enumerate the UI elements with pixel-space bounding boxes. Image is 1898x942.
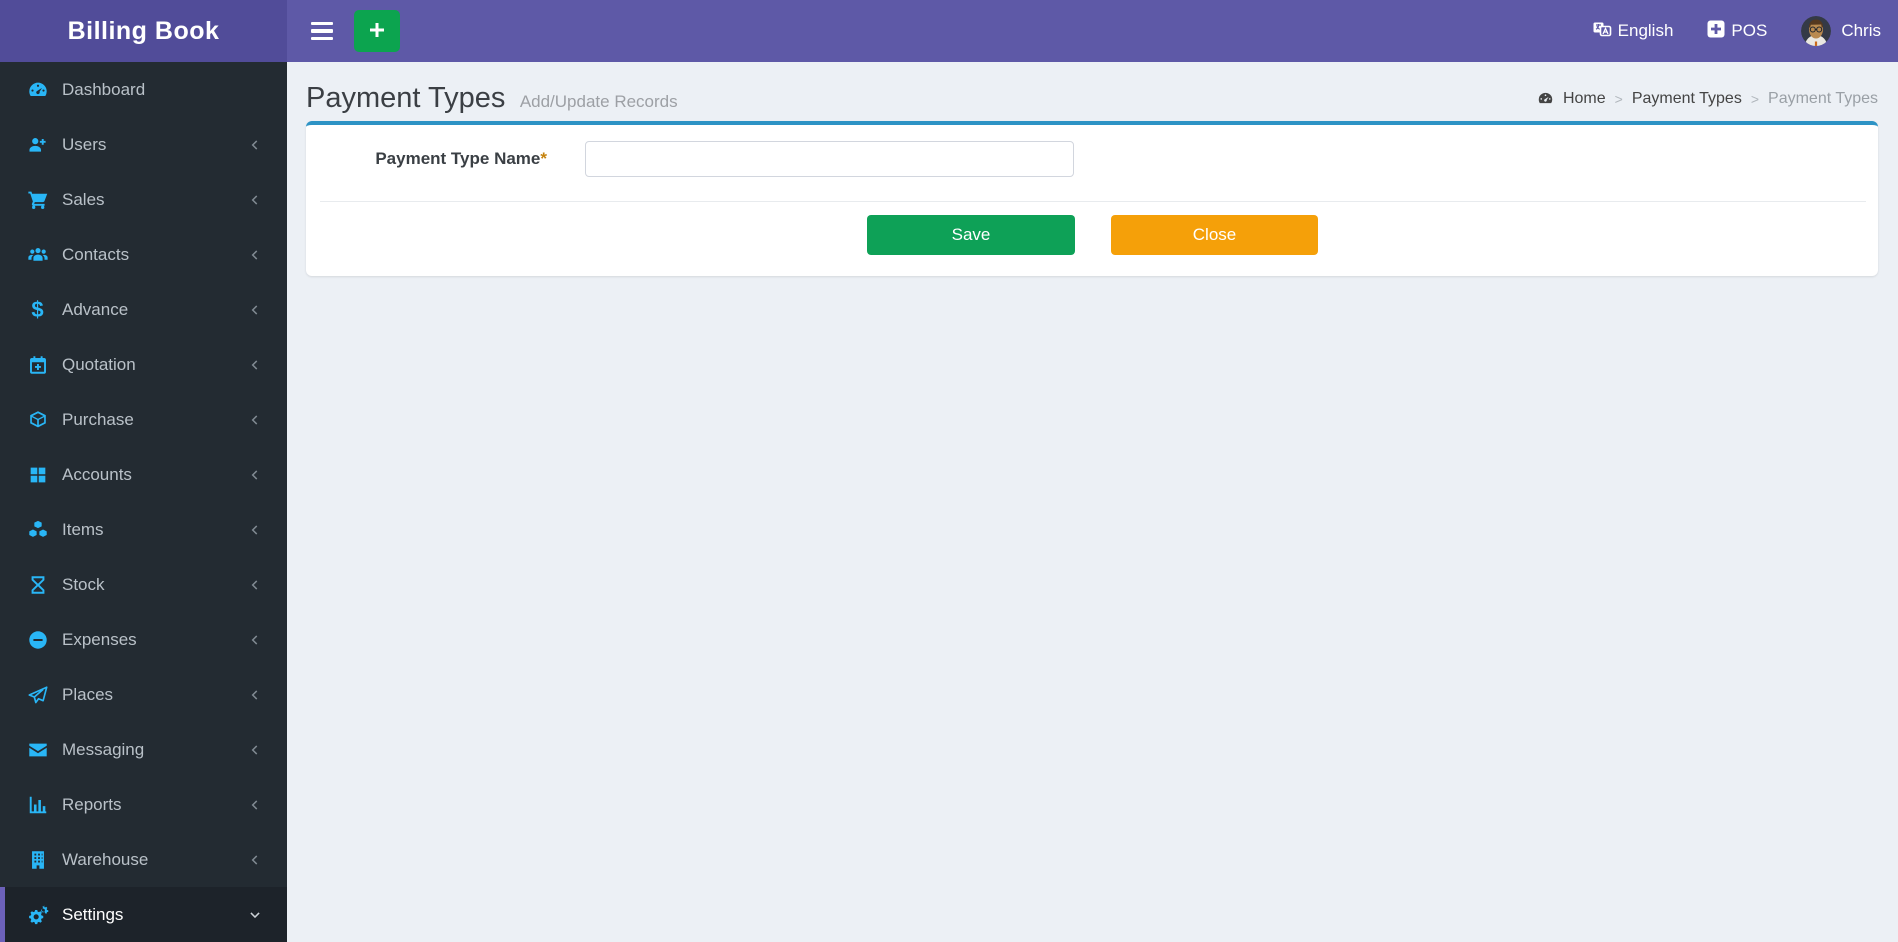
payment-type-form-card: Payment Type Name* Save Close xyxy=(306,121,1878,276)
plus-icon xyxy=(367,20,387,43)
breadcrumb: Home > Payment Types > Payment Types xyxy=(1537,90,1878,108)
save-button[interactable]: Save xyxy=(867,215,1075,255)
chevron-left-icon xyxy=(248,523,262,537)
sidebar-item-label: Stock xyxy=(62,574,105,594)
chevron-left-icon xyxy=(248,468,262,482)
tachometer-icon xyxy=(1537,90,1554,107)
pos-button[interactable]: POS xyxy=(1707,20,1767,43)
chevron-left-icon xyxy=(248,413,262,427)
sidebar-item-label: Reports xyxy=(62,794,122,814)
chevron-left-icon xyxy=(248,798,262,812)
top-header: Billing Book English POS Chris xyxy=(0,0,1898,62)
plus-square-icon xyxy=(1707,20,1725,43)
navbar: English POS Chris xyxy=(287,0,1898,62)
building-icon xyxy=(26,848,49,871)
chevron-left-icon xyxy=(248,688,262,702)
breadcrumb-separator: > xyxy=(1614,90,1623,107)
sidebar: Dashboard Users Sales Contacts $ Advance… xyxy=(0,62,287,942)
brand-logo[interactable]: Billing Book xyxy=(0,0,287,62)
chevron-left-icon xyxy=(248,743,262,757)
tachometer-icon xyxy=(26,78,49,101)
quick-add-button[interactable] xyxy=(354,10,400,52)
sidebar-item-warehouse[interactable]: Warehouse xyxy=(0,832,287,887)
sidebar-item-expenses[interactable]: Expenses xyxy=(0,612,287,667)
sidebar-item-label: Items xyxy=(62,519,104,539)
page-subtitle: Add/Update Records xyxy=(519,92,678,111)
language-menu[interactable]: English xyxy=(1592,19,1674,44)
close-button[interactable]: Close xyxy=(1111,215,1318,255)
sidebar-item-advance[interactable]: $ Advance xyxy=(0,282,287,337)
avatar xyxy=(1801,16,1832,46)
chevron-left-icon xyxy=(248,358,262,372)
sidebar-item-quotation[interactable]: Quotation xyxy=(0,337,287,392)
sidebar-item-dashboard[interactable]: Dashboard xyxy=(0,62,287,117)
chevron-left-icon xyxy=(248,248,262,262)
page-heading: Payment Types Add/Update Records xyxy=(306,82,678,115)
sidebar-item-messaging[interactable]: Messaging xyxy=(0,722,287,777)
sidebar-item-purchase[interactable]: Purchase xyxy=(0,392,287,447)
sidebar-item-reports[interactable]: Reports xyxy=(0,777,287,832)
sidebar-item-label: Warehouse xyxy=(62,849,149,869)
username-label: Chris xyxy=(1841,21,1881,40)
dollar-icon: $ xyxy=(31,296,44,322)
bar-chart-icon xyxy=(26,793,49,816)
minus-circle-icon xyxy=(26,628,49,651)
main-content: Payment Types Add/Update Records Home > … xyxy=(287,62,1898,937)
cube-icon xyxy=(26,408,49,431)
sidebar-item-label: Expenses xyxy=(62,629,137,649)
chevron-left-icon xyxy=(248,853,262,867)
required-asterisk: * xyxy=(540,149,547,168)
page-title: Payment Types xyxy=(306,82,506,114)
sidebar-item-users[interactable]: Users xyxy=(0,117,287,172)
hourglass-icon xyxy=(26,573,49,596)
users-icon xyxy=(26,243,49,266)
sidebar-toggle-button[interactable] xyxy=(305,16,339,47)
sidebar-item-label: Users xyxy=(62,134,107,154)
sidebar-item-items[interactable]: Items xyxy=(0,502,287,557)
card-divider xyxy=(320,201,1866,202)
payment-type-name-input[interactable] xyxy=(585,141,1074,177)
breadcrumb-home-link[interactable]: Home xyxy=(1563,90,1606,108)
content-header: Payment Types Add/Update Records Home > … xyxy=(287,62,1898,121)
sidebar-item-accounts[interactable]: Accounts xyxy=(0,447,287,502)
user-menu[interactable]: Chris xyxy=(1801,16,1881,46)
sidebar-item-sales[interactable]: Sales xyxy=(0,172,287,227)
sidebar-item-stock[interactable]: Stock xyxy=(0,557,287,612)
sidebar-item-label: Messaging xyxy=(62,739,145,759)
sidebar-item-label: Accounts xyxy=(62,464,132,484)
envelope-icon xyxy=(26,738,49,761)
chevron-left-icon xyxy=(248,303,262,317)
navbar-right: English POS Chris xyxy=(1592,16,1881,46)
sidebar-item-label: Settings xyxy=(62,904,124,924)
breadcrumb-current: Payment Types xyxy=(1768,89,1878,107)
sidebar-item-label: Purchase xyxy=(62,409,134,429)
sidebar-item-contacts[interactable]: Contacts xyxy=(0,227,287,282)
chevron-left-icon xyxy=(248,138,262,152)
gears-icon xyxy=(26,903,49,926)
sidebar-item-label: Places xyxy=(62,684,114,704)
sidebar-item-places[interactable]: Places xyxy=(0,667,287,722)
chevron-down-icon xyxy=(248,908,262,922)
chevron-left-icon xyxy=(248,633,262,647)
paper-plane-icon xyxy=(26,683,49,706)
cart-icon xyxy=(26,188,49,211)
calendar-plus-icon xyxy=(26,353,49,376)
sidebar-item-label: Quotation xyxy=(62,354,136,374)
chevron-left-icon xyxy=(248,578,262,592)
payment-type-name-label: Payment Type Name* xyxy=(375,149,547,168)
breadcrumb-section-link[interactable]: Payment Types xyxy=(1632,90,1742,108)
language-icon xyxy=(1592,19,1612,44)
language-label: English xyxy=(1617,21,1674,40)
sidebar-item-settings[interactable]: Settings xyxy=(0,887,287,942)
user-plus-icon xyxy=(26,133,49,156)
sidebar-item-label: Dashboard xyxy=(62,79,146,99)
sidebar-item-label: Sales xyxy=(62,189,105,209)
sidebar-item-label: Contacts xyxy=(62,244,130,264)
grid-icon xyxy=(26,463,49,486)
breadcrumb-separator: > xyxy=(1750,90,1760,107)
chevron-left-icon xyxy=(248,193,262,207)
pos-label: POS xyxy=(1731,21,1768,40)
sidebar-item-label: Advance xyxy=(62,299,129,319)
cubes-icon xyxy=(26,518,49,541)
